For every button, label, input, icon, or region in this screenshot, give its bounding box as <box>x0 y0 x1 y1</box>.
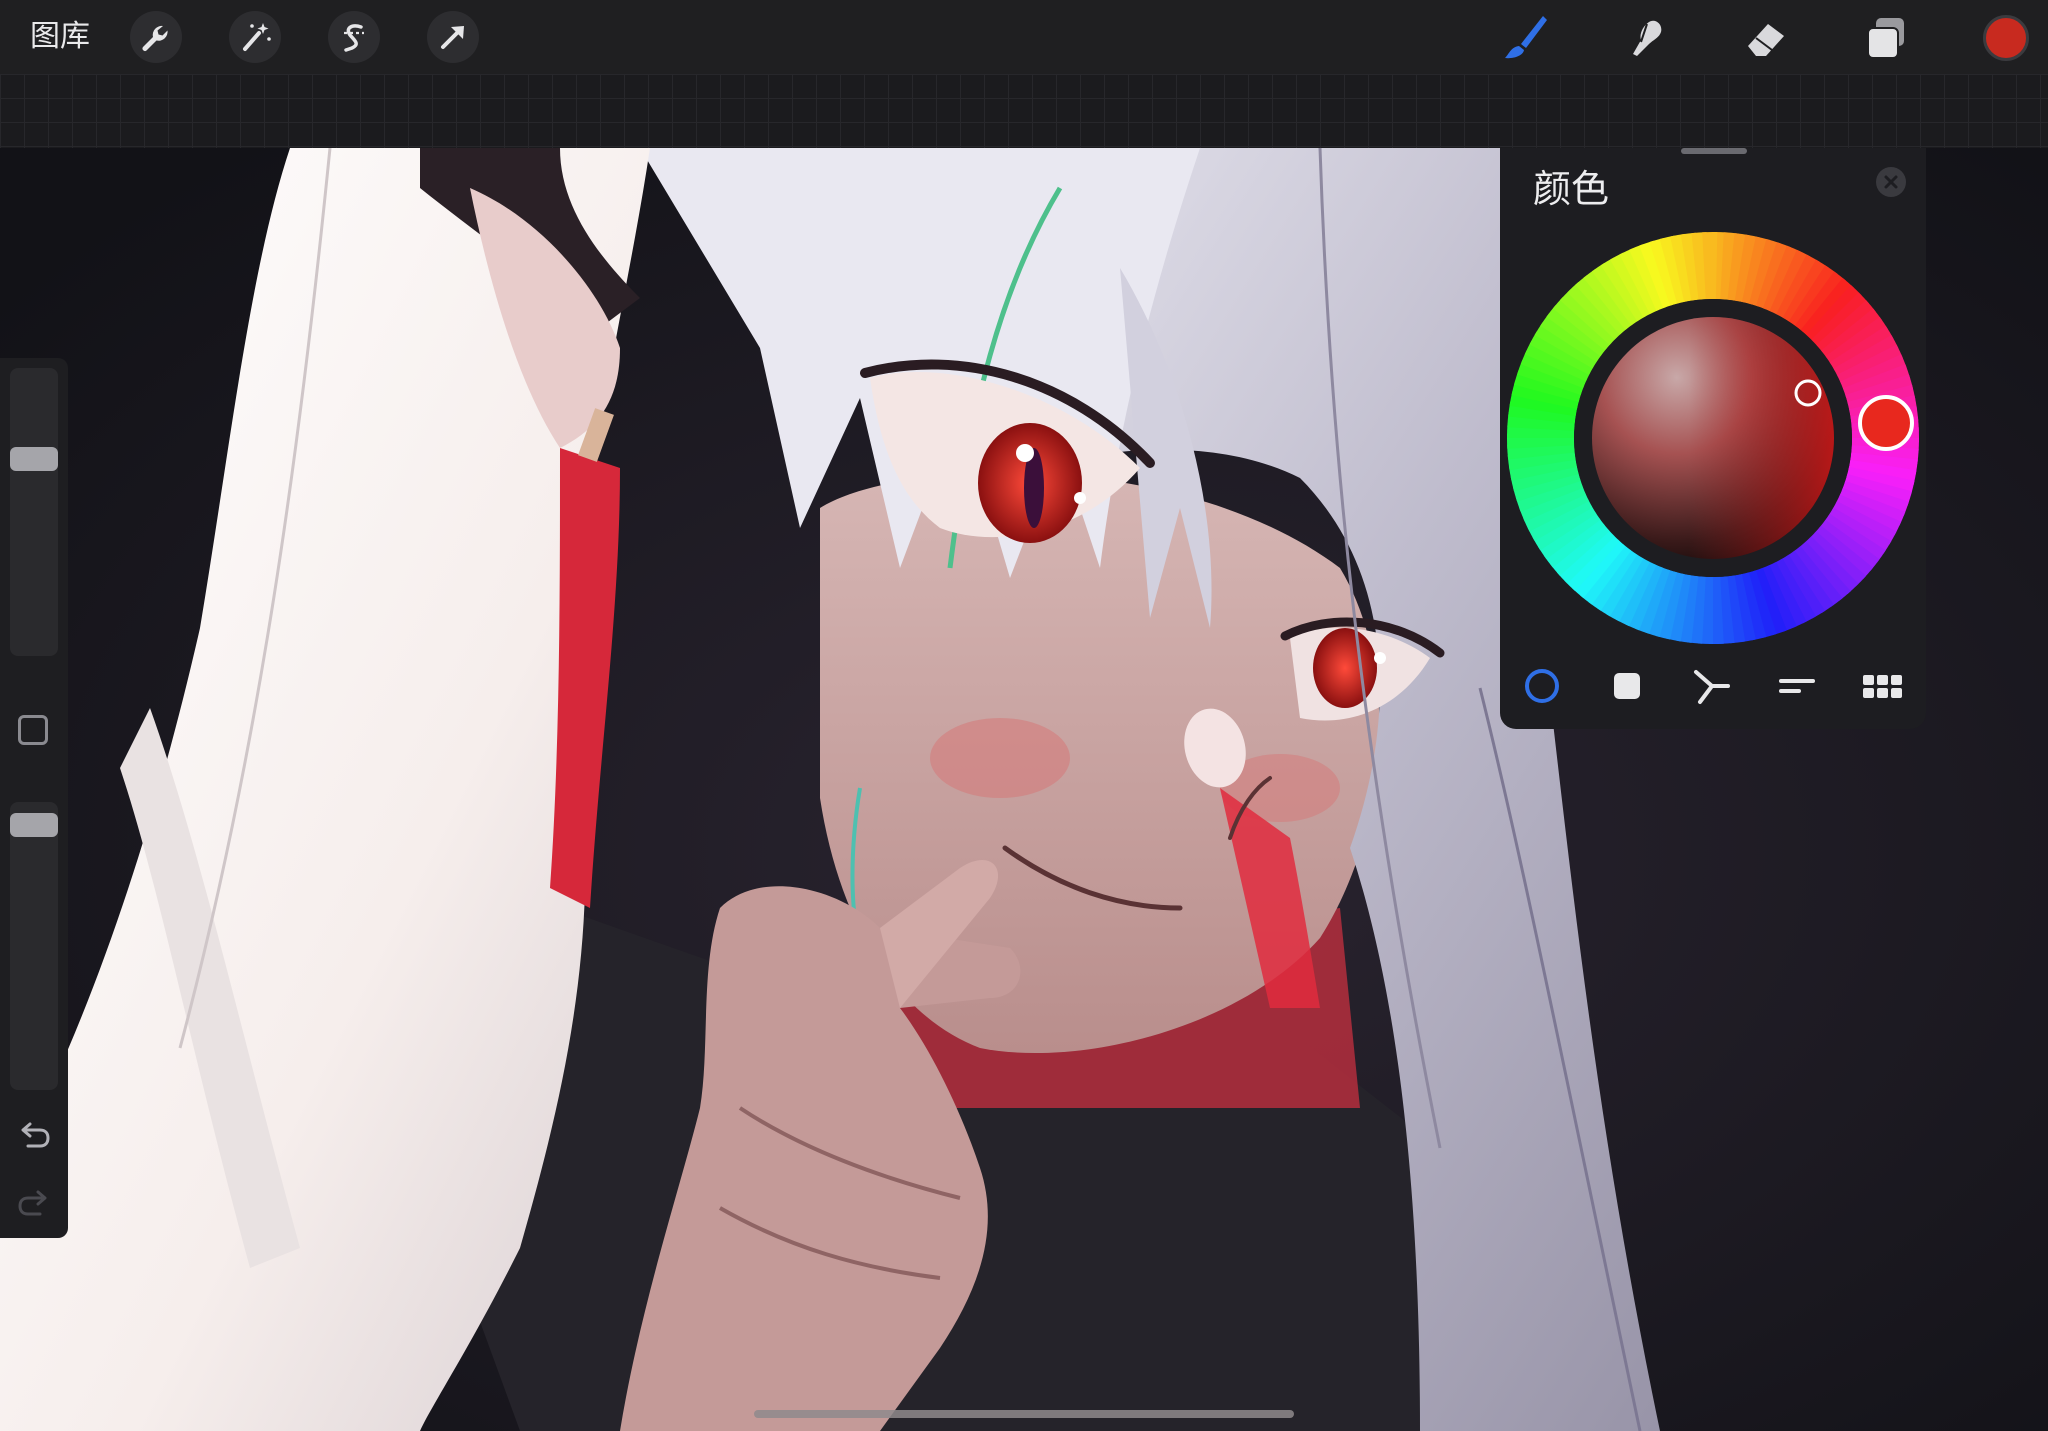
value-mode-tab[interactable] <box>1767 656 1827 716</box>
undo-icon <box>21 1122 50 1148</box>
smudge-tool[interactable] <box>1617 10 1673 66</box>
harmony-mode-tab[interactable] <box>1682 656 1742 716</box>
top-toolbar: 图库 <box>0 0 2048 74</box>
actions-button[interactable] <box>130 11 182 63</box>
saturation-overlay <box>1592 317 1834 559</box>
smudge-icon <box>1633 20 1662 57</box>
gallery-button[interactable]: 图库 <box>30 16 90 58</box>
transform-button[interactable] <box>427 11 479 63</box>
transform-arrow-icon <box>441 26 464 49</box>
color-panel: 颜色 <box>1500 148 1926 729</box>
layers-icon <box>1867 18 1904 59</box>
disc-mode-icon <box>1525 669 1559 703</box>
undo-button[interactable] <box>16 1116 52 1152</box>
redo-icon <box>18 1190 47 1216</box>
palettes-mode-icon <box>1863 675 1902 698</box>
eraser-icon <box>1748 24 1784 56</box>
color-wheel[interactable] <box>1500 148 1926 729</box>
classic-mode-tab[interactable] <box>1597 656 1657 716</box>
wrench-icon <box>142 25 168 51</box>
layers-tool[interactable] <box>1858 10 1914 66</box>
modify-button[interactable] <box>18 715 48 745</box>
opacity-slider[interactable] <box>10 802 58 1090</box>
hue-handle[interactable] <box>1858 395 1914 451</box>
redo-button[interactable] <box>16 1184 52 1220</box>
selection-s-icon <box>344 24 364 52</box>
brush-size-slider-thumb[interactable] <box>10 447 58 472</box>
brush-icon <box>1505 16 1547 59</box>
selection-button[interactable] <box>328 11 380 63</box>
opacity-slider-thumb[interactable] <box>10 812 58 837</box>
magic-wand-icon <box>243 23 271 51</box>
value-mode-icon <box>1779 679 1815 693</box>
home-indicator <box>754 1410 1294 1418</box>
disc-mode-tab[interactable] <box>1512 656 1572 716</box>
classic-mode-icon <box>1614 673 1640 699</box>
current-color-swatch[interactable] <box>1983 15 2029 61</box>
harmony-mode-icon <box>1694 670 1730 704</box>
eraser-tool[interactable] <box>1738 10 1794 66</box>
left-sidebar <box>0 358 68 1238</box>
palettes-mode-tab[interactable] <box>1852 656 1912 716</box>
canvas-grid-strip <box>0 74 2048 148</box>
brush-size-slider[interactable] <box>10 368 58 656</box>
adjustments-button[interactable] <box>229 11 281 63</box>
brush-tool[interactable] <box>1497 10 1553 66</box>
